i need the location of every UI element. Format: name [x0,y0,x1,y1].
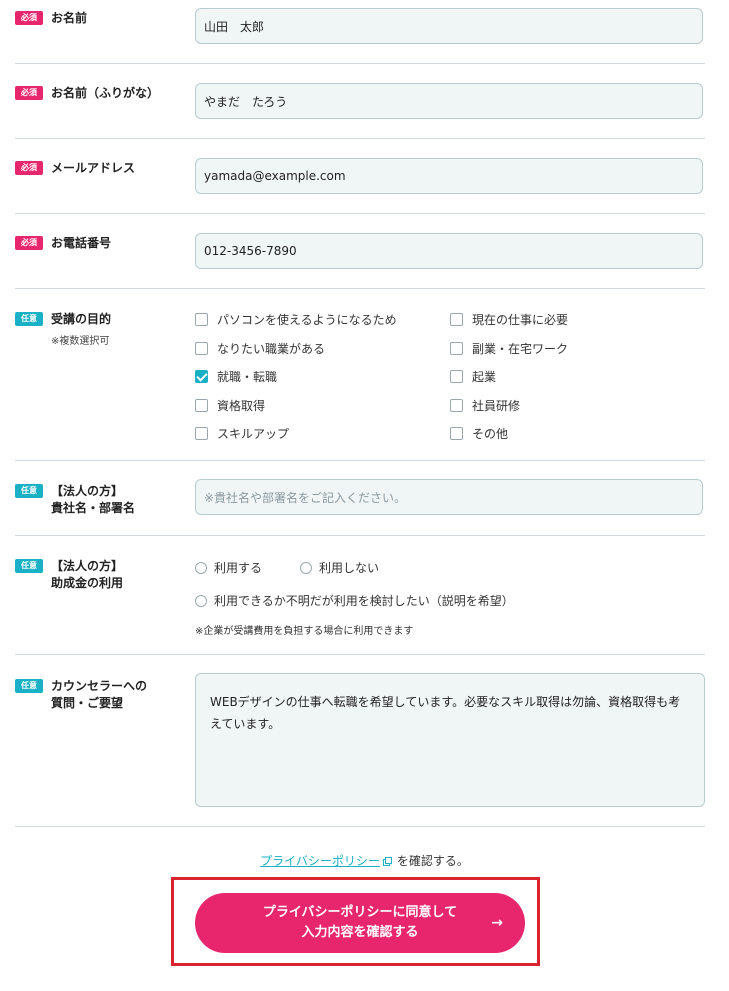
company-label-line2: 貴社名・部署名 [51,501,136,515]
checkbox-checked[interactable] [195,370,208,383]
checkbox-label: 社員研修 [472,398,521,413]
required-badge: 必須 [15,161,43,175]
radio-label: 利用しない [319,561,380,575]
checkbox-label: 現在の仕事に必要 [472,313,569,327]
field-purpose-label: 任意 受講の目的 ※複数選択可 [15,311,111,347]
checkbox[interactable] [195,398,208,412]
divider [15,826,705,827]
purpose-checkbox-option[interactable]: 起業 [450,368,496,385]
radio-label: 利用する [214,561,263,575]
purpose-note: ※複数選択可 [51,336,110,347]
external-link-icon [382,855,392,866]
email-input[interactable]: yamada@example.com [195,158,703,194]
field-furigana-label: 必須 お名前（ふりがな） [15,85,159,102]
arrow-right-icon: → [491,915,503,931]
privacy-line: プライバシーポリシー を確認する。 [0,852,729,869]
submit-label-line1: プライバシーポリシーに同意して [262,905,458,920]
purpose-checkbox-option[interactable]: 現在の仕事に必要 [450,311,568,328]
checkbox-label: なりたい職業がある [217,341,326,356]
purpose-checkbox-option[interactable]: その他 [450,425,508,442]
radio-circle[interactable] [300,561,312,574]
furigana-input[interactable]: やまだ たろう [195,83,703,119]
optional-badge: 任意 [15,484,43,498]
submit-label-line2: 入力内容を確認する [301,925,419,940]
subsidy-note: ※企業が受講費用を負担する場合に利用できます [195,626,414,637]
checkbox[interactable] [450,398,463,412]
checkbox-label: スキルアップ [217,427,290,441]
divider [15,288,705,289]
purpose-checkbox-option[interactable]: 副業・在宅ワーク [450,340,568,357]
privacy-suffix: を確認する。 [396,854,469,868]
purpose-checkbox-option[interactable]: 就職・転職 [195,368,277,385]
checkbox-label: 起業 [472,370,497,384]
radio-circle[interactable] [195,561,207,574]
company-input[interactable]: ※貴社名や部署名をご記入ください。 [195,479,703,515]
subsidy-radio-use[interactable]: 利用する [195,559,262,576]
phone-input[interactable]: 012-3456-7890 [195,233,703,269]
subsidy-label-line1: 【法人の方】 [51,559,124,573]
divider [15,460,705,461]
field-phone-label: 必須 お電話番号 [15,235,111,252]
question-label-line2: 質問・ご要望 [51,696,124,710]
furigana-label: お名前（ふりがな） [51,86,160,100]
purpose-checkbox-option[interactable]: 社員研修 [450,397,520,414]
purpose-checkbox-option[interactable]: スキルアップ [195,425,289,442]
checkbox[interactable] [195,313,208,326]
field-question-label: 任意 カウンセラーへの 質問・ご要望 [15,678,147,712]
field-company-label: 任意 【法人の方】 貴社名・部署名 [15,483,135,517]
subsidy-radio-consider[interactable]: 利用できるか不明だが利用を検討したい（説明を希望） [195,592,514,609]
required-badge: 必須 [15,236,43,250]
field-subsidy-label: 任意 【法人の方】 助成金の利用 [15,558,123,592]
company-label-line1: 【法人の方】 [51,484,124,498]
checkbox[interactable] [195,341,208,355]
checkbox-label: 就職・転職 [217,370,278,384]
purpose-checkbox-option[interactable]: なりたい職業がある [195,340,325,357]
phone-label: お電話番号 [51,236,112,250]
radio-circle[interactable] [195,594,207,607]
field-email-label: 必須 メールアドレス [15,160,135,177]
divider [15,63,705,64]
divider [15,138,705,139]
subsidy-label-line2: 助成金の利用 [51,576,124,590]
radio-label: 利用できるか不明だが利用を検討したい（説明を希望） [214,594,514,608]
divider [15,654,705,655]
purpose-checkbox-option[interactable]: 資格取得 [195,397,265,414]
checkbox[interactable] [450,427,463,440]
checkbox[interactable] [450,313,463,326]
checkbox-label: 資格取得 [217,398,266,413]
optional-badge: 任意 [15,559,43,573]
required-badge: 必須 [15,86,43,100]
privacy-policy-link[interactable]: プライバシーポリシー [260,854,380,868]
email-label: メールアドレス [51,161,136,175]
optional-badge: 任意 [15,679,43,693]
question-label-line1: カウンセラーへの [51,679,148,693]
name-input[interactable]: 山田 太郎 [195,8,703,44]
question-textarea[interactable]: WEBデザインの仕事へ転職を希望しています。必要なスキル取得は勿論、資格取得も考… [195,673,705,807]
divider [15,213,705,214]
optional-badge: 任意 [15,312,43,326]
field-name-label: 必須 お名前 [15,10,87,27]
subsidy-radio-not-use[interactable]: 利用しない [300,559,379,576]
checkbox-label: 副業・在宅ワーク [472,341,569,356]
required-badge: 必須 [15,11,43,25]
divider [15,535,705,536]
checkbox-label: その他 [472,427,509,441]
checkbox[interactable] [450,341,463,355]
name-label: お名前 [51,11,88,25]
checkbox[interactable] [450,370,463,383]
submit-button[interactable]: プライバシーポリシーに同意して 入力内容を確認する → [195,893,525,953]
checkbox[interactable] [195,427,208,440]
purpose-label: 受講の目的 [51,312,112,326]
checkbox-label: パソコンを使えるようになるため [217,313,397,327]
purpose-checkbox-option[interactable]: パソコンを使えるようになるため [195,311,397,328]
